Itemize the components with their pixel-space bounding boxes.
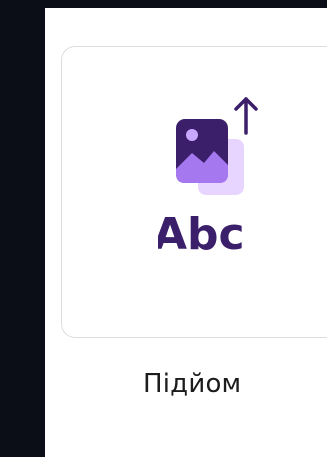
left-sidebar (0, 0, 45, 457)
uploads-panel: Abc Підйом (45, 8, 327, 457)
icon-text: Abc (158, 209, 245, 260)
arrow-up-icon (234, 97, 258, 135)
upload-caption: Підйом (143, 369, 242, 399)
upload-image-text-icon: Abc (153, 91, 268, 271)
upload-tile[interactable]: Abc (61, 46, 327, 338)
image-icon (176, 119, 228, 183)
